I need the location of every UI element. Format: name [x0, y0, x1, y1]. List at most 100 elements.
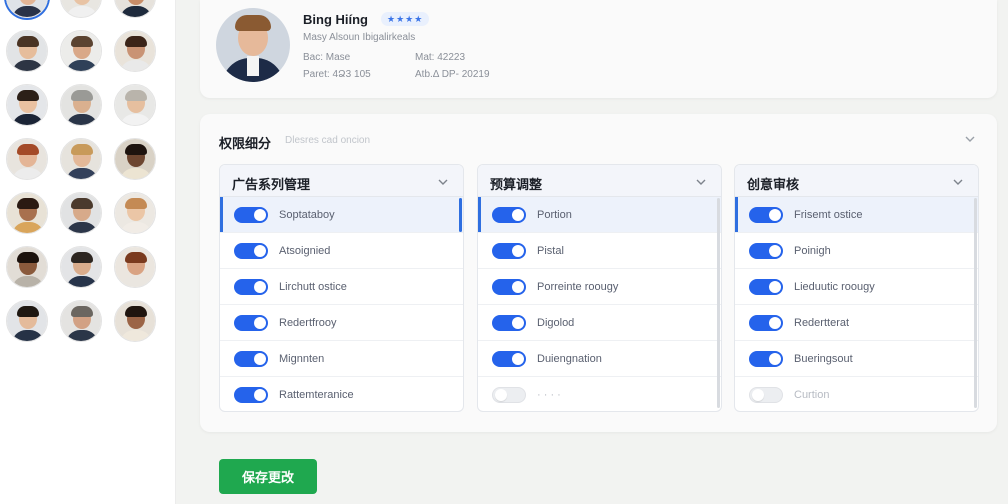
- permission-toggle[interactable]: [749, 207, 783, 223]
- permission-toggle[interactable]: [492, 315, 526, 331]
- permission-toggle[interactable]: [492, 207, 526, 223]
- user-avatar[interactable]: [6, 300, 48, 342]
- permission-row[interactable]: Redertfrooy: [220, 305, 463, 341]
- permission-row[interactable]: Redertterat: [735, 305, 978, 341]
- permission-label: Soptataboy: [279, 209, 335, 221]
- chevron-down-icon[interactable]: [952, 175, 964, 187]
- user-avatar[interactable]: [6, 246, 48, 288]
- permission-row[interactable]: Portion: [478, 197, 721, 233]
- permission-row[interactable]: Soptataboy: [220, 197, 463, 233]
- permission-toggle[interactable]: [749, 243, 783, 259]
- permission-row[interactable]: Duiengnation: [478, 341, 721, 377]
- permission-row[interactable]: Lieduutic roougy: [735, 269, 978, 305]
- user-avatar[interactable]: [114, 138, 156, 180]
- permission-toggle[interactable]: [234, 207, 268, 223]
- permission-row[interactable]: Porreinte roougy: [478, 269, 721, 305]
- permission-row[interactable]: Frisemt ostice: [735, 197, 978, 233]
- permission-label: Pistal: [537, 245, 564, 257]
- user-sidebar: [0, 0, 176, 504]
- profile-meta-code: Atb.Δ DP- 20219: [415, 69, 490, 80]
- user-avatar[interactable]: [114, 192, 156, 234]
- permission-toggle[interactable]: [749, 279, 783, 295]
- permission-row[interactable]: Digolod: [478, 305, 721, 341]
- profile-avatar: [216, 8, 290, 82]
- permission-columns: 广告系列管理 Soptataboy Atsoignied Lirchutt ostic…: [219, 164, 979, 412]
- permission-label: Porreinte roougy: [537, 281, 619, 293]
- user-avatar[interactable]: [60, 84, 102, 126]
- profile-meta-bac: Bac: Mase: [303, 52, 351, 63]
- permission-label: Mignnten: [279, 353, 325, 365]
- permission-row[interactable]: Rattemteranice: [220, 377, 463, 411]
- permission-group: 广告系列管理 Soptataboy Atsoignied Lirchutt ostic…: [219, 164, 464, 412]
- user-avatar[interactable]: [6, 192, 48, 234]
- permission-row[interactable]: Lirchutt ostice: [220, 269, 463, 305]
- permission-toggle[interactable]: [234, 243, 268, 259]
- permission-group: 预算调整 Portion Pistal Porreinte roougy Digolod…: [477, 164, 722, 412]
- chevron-down-icon[interactable]: [963, 132, 977, 146]
- permission-row[interactable]: Poinigh: [735, 233, 978, 269]
- profile-meta-paret: Paret: 4Ձ3 105: [303, 69, 371, 80]
- scrollbar[interactable]: [717, 198, 720, 408]
- permission-label: Redertterat: [794, 317, 850, 329]
- permission-label: Duiengnation: [537, 353, 602, 365]
- permission-toggle[interactable]: [234, 387, 268, 403]
- permission-toggle[interactable]: [234, 351, 268, 367]
- permission-label: Portion: [537, 209, 572, 221]
- scrollbar[interactable]: [974, 198, 977, 408]
- avatar-grid: [6, 0, 156, 342]
- permission-toggle[interactable]: [749, 315, 783, 331]
- permission-row[interactable]: Curtion: [735, 377, 978, 411]
- user-avatar[interactable]: [6, 30, 48, 72]
- user-avatar[interactable]: [6, 84, 48, 126]
- profile-subtitle: Masy Alsoun Ibigalirkeals: [303, 32, 416, 43]
- permission-group-header[interactable]: 预算调整: [478, 165, 721, 197]
- permission-row[interactable]: · · · ·: [478, 377, 721, 411]
- chevron-down-icon[interactable]: [437, 175, 449, 187]
- permission-toggle[interactable]: [492, 351, 526, 367]
- user-avatar[interactable]: [114, 0, 156, 18]
- profile-meta-mat: Mat: 42223: [415, 52, 466, 63]
- permissions-hint: Dlesres cad oncion: [285, 135, 371, 146]
- permission-label: Lieduutic roougy: [794, 281, 875, 293]
- permission-toggle[interactable]: [234, 279, 268, 295]
- user-avatar[interactable]: [114, 300, 156, 342]
- user-avatar[interactable]: [6, 0, 48, 18]
- permission-label: Redertfrooy: [279, 317, 337, 329]
- permission-label: Digolod: [537, 317, 575, 329]
- profile-name: Bing Hiíng: [303, 12, 368, 27]
- permission-row[interactable]: Mignnten: [220, 341, 463, 377]
- permission-label: Curtion: [794, 389, 830, 401]
- permission-group-title: 创意审核: [747, 177, 800, 192]
- user-avatar[interactable]: [114, 30, 156, 72]
- user-avatar[interactable]: [60, 246, 102, 288]
- save-button[interactable]: 保存更改: [219, 459, 317, 494]
- permission-toggle[interactable]: [492, 279, 526, 295]
- permission-group: 创意审核 Frisemt ostice Poinigh Lieduutic rooug…: [734, 164, 979, 412]
- permission-toggle[interactable]: [492, 387, 526, 403]
- permission-group-title: 广告系列管理: [232, 177, 311, 192]
- permission-label: Lirchutt ostice: [279, 281, 347, 293]
- user-avatar[interactable]: [60, 30, 102, 72]
- user-avatar[interactable]: [60, 138, 102, 180]
- permission-toggle[interactable]: [234, 315, 268, 331]
- chevron-down-icon[interactable]: [695, 175, 707, 187]
- permission-toggle[interactable]: [749, 351, 783, 367]
- permission-group-header[interactable]: 创意审核: [735, 165, 978, 197]
- permission-group-header[interactable]: 广告系列管理: [220, 165, 463, 197]
- permission-toggle[interactable]: [492, 243, 526, 259]
- permission-label: Atsoignied: [279, 245, 331, 257]
- permission-row[interactable]: Bueringsout: [735, 341, 978, 377]
- scrollbar[interactable]: [459, 198, 462, 232]
- permission-row[interactable]: Pistal: [478, 233, 721, 269]
- permission-label: · · · ·: [537, 389, 561, 401]
- user-avatar[interactable]: [60, 0, 102, 18]
- permission-toggle[interactable]: [749, 387, 783, 403]
- permissions-panel: 权限细分 Dlesres cad oncion 广告系列管理 Soptataboy…: [200, 114, 997, 432]
- permission-row[interactable]: Atsoignied: [220, 233, 463, 269]
- user-avatar[interactable]: [114, 246, 156, 288]
- user-avatar[interactable]: [114, 84, 156, 126]
- permissions-title: 权限细分: [219, 136, 272, 151]
- user-avatar[interactable]: [60, 300, 102, 342]
- user-avatar[interactable]: [60, 192, 102, 234]
- user-avatar[interactable]: [6, 138, 48, 180]
